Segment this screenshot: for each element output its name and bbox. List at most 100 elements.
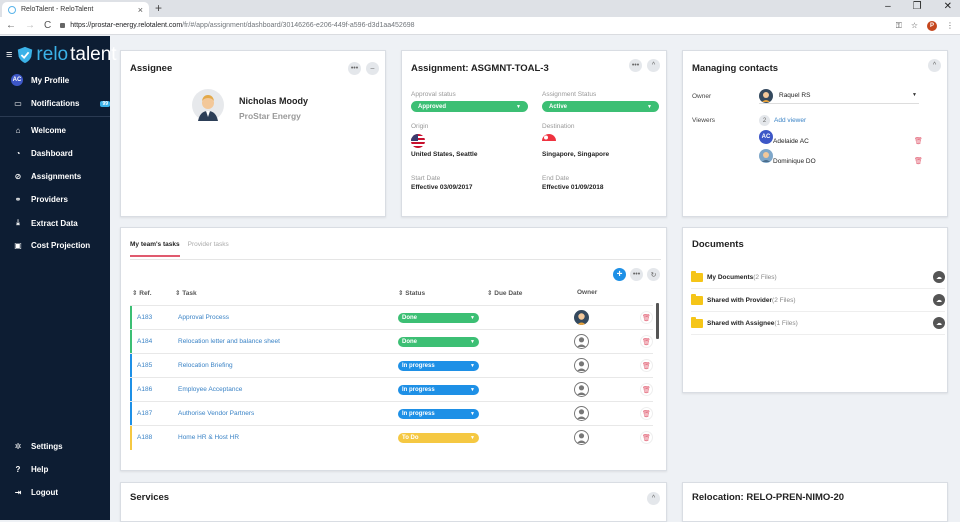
folder-row[interactable]: Shared with Assignee(1 Files) ☁: [691, 312, 945, 335]
key-icon[interactable]: ⚿: [896, 21, 902, 31]
folder-row[interactable]: Shared with Provider(2 Files) ☁: [691, 289, 945, 312]
add-viewer-button[interactable]: 2 Add viewer: [759, 115, 806, 126]
star-icon[interactable]: ☆: [911, 21, 918, 30]
more-options-icon[interactable]: •••: [629, 59, 642, 72]
forward-icon[interactable]: →: [25, 20, 35, 31]
hamburger-icon[interactable]: ≡: [6, 49, 12, 61]
table-row[interactable]: A185 Relocation Briefing In progress ▼ 🗑: [130, 353, 653, 378]
task-name-link[interactable]: Approval Process: [178, 314, 229, 321]
tab-my-team-tasks[interactable]: My team's tasks: [130, 241, 180, 257]
url-field[interactable]: https://prostar-energy.relotalent.com/fr…: [60, 22, 415, 29]
relotalent-logo[interactable]: ≡ relo talent: [6, 44, 117, 66]
close-window-icon[interactable]: ✕: [944, 1, 952, 12]
sidebar-item-settings[interactable]: ✲ Settings: [0, 442, 110, 451]
chevron-down-icon: ▼: [470, 339, 475, 345]
owner-select[interactable]: Raquel RS ▼: [759, 88, 919, 104]
column-header-ref[interactable]: ⇕ Ref.: [132, 289, 152, 297]
sidebar-item-assignments[interactable]: ⊘ Assignments: [0, 172, 110, 181]
collapse-icon[interactable]: ^: [647, 492, 660, 505]
task-ref-link[interactable]: A183: [137, 314, 152, 321]
shield-check-icon: [18, 46, 33, 64]
sidebar-item-logout[interactable]: ⇥ Logout: [0, 488, 110, 497]
table-row[interactable]: A184 Relocation letter and balance sheet…: [130, 329, 653, 354]
sidebar-item-label: Extract Data: [31, 218, 78, 228]
upload-cloud-icon[interactable]: ☁: [933, 317, 945, 329]
trash-icon[interactable]: 🗑: [640, 335, 653, 348]
tasks-scrollbar[interactable]: [656, 303, 659, 339]
trash-icon[interactable]: 🗑: [914, 137, 923, 145]
owner-avatar[interactable]: [574, 382, 589, 397]
upload-cloud-icon[interactable]: ☁: [933, 271, 945, 283]
trash-icon[interactable]: 🗑: [914, 157, 923, 165]
table-row[interactable]: A186 Employee Acceptance In progress ▼ 🗑: [130, 377, 653, 402]
task-status-select[interactable]: To Do ▼: [398, 433, 479, 443]
close-tab-icon[interactable]: ×: [138, 5, 143, 15]
trash-icon[interactable]: 🗑: [640, 431, 653, 444]
task-ref-link[interactable]: A187: [137, 410, 152, 417]
task-name-link[interactable]: Relocation letter and balance sheet: [178, 338, 280, 345]
task-status-select[interactable]: Done ▼: [398, 313, 479, 323]
sidebar-item-help[interactable]: ? Help: [0, 465, 110, 474]
owner-avatar[interactable]: [574, 310, 589, 325]
restore-icon[interactable]: ❐: [913, 1, 922, 12]
add-task-button[interactable]: +: [613, 268, 626, 281]
collapse-icon[interactable]: –: [366, 62, 379, 75]
task-status-select[interactable]: In progress ▼: [398, 361, 479, 371]
folder-name: Shared with Provider: [707, 296, 773, 304]
tab-provider-tasks[interactable]: Provider tasks: [188, 241, 229, 257]
viewers-label: Viewers: [692, 117, 716, 124]
browser-tab[interactable]: ReloTalent - ReloTalent ×: [2, 2, 149, 17]
refresh-icon[interactable]: ↻: [647, 268, 660, 281]
column-header-due-date[interactable]: ⇕ Due Date: [487, 289, 522, 297]
owner-avatar[interactable]: [574, 406, 589, 421]
table-row[interactable]: A183 Approval Process Done ▼ 🗑: [130, 305, 653, 330]
new-tab-button[interactable]: +: [155, 1, 162, 15]
owner-avatar[interactable]: [574, 358, 589, 373]
more-options-icon[interactable]: •••: [630, 268, 643, 281]
sidebar-item-dashboard[interactable]: ◔ Dashboard: [0, 149, 110, 158]
task-status-select[interactable]: Done ▼: [398, 337, 479, 347]
sidebar-item-welcome[interactable]: ⌂ Welcome: [0, 126, 110, 135]
origin-label: Origin: [411, 123, 429, 130]
back-icon[interactable]: ←: [6, 20, 16, 31]
task-status-select[interactable]: In progress ▼: [398, 409, 479, 419]
sidebar-item-providers[interactable]: ⚭ Providers: [0, 195, 110, 204]
assignment-status-label: Assignment Status: [542, 91, 597, 98]
url-path: /fr/#/app/assignment/dashboard/30146266-…: [182, 22, 415, 29]
trash-icon[interactable]: 🗑: [640, 359, 653, 372]
reload-icon[interactable]: C: [44, 20, 51, 31]
sidebar-item-my-profile[interactable]: AC My Profile: [0, 74, 110, 86]
task-status-select[interactable]: In progress ▼: [398, 385, 479, 395]
owner-avatar[interactable]: [574, 430, 589, 445]
browser-profile-avatar[interactable]: P: [927, 20, 937, 31]
task-ref-link[interactable]: A186: [137, 386, 152, 393]
task-name-link[interactable]: Employee Acceptance: [178, 386, 242, 393]
approval-status-select[interactable]: Approved ▼: [411, 101, 528, 112]
trash-icon[interactable]: 🗑: [640, 407, 653, 420]
folder-row[interactable]: My Documents(2 Files) ☁: [691, 266, 945, 289]
upload-cloud-icon[interactable]: ☁: [933, 294, 945, 306]
collapse-icon[interactable]: ^: [928, 59, 941, 72]
sidebar-item-extract-data[interactable]: ⤓ Extract Data: [0, 218, 110, 228]
help-icon: ?: [15, 465, 21, 474]
collapse-icon[interactable]: ^: [647, 59, 660, 72]
task-name-link[interactable]: Relocation Briefing: [178, 362, 233, 369]
sidebar-item-cost-projection[interactable]: ▣ Cost Projection: [0, 241, 110, 250]
owner-avatar[interactable]: [574, 334, 589, 349]
table-row[interactable]: A188 Home HR & Host HR To Do ▼ 🗑: [130, 425, 653, 450]
task-name-link[interactable]: Home HR & Host HR: [178, 434, 239, 441]
task-ref-link[interactable]: A188: [137, 434, 152, 441]
task-ref-link[interactable]: A184: [137, 338, 152, 345]
more-options-icon[interactable]: •••: [348, 62, 361, 75]
column-header-status[interactable]: ⇕ Status: [398, 289, 425, 297]
column-header-task[interactable]: ⇕ Task: [175, 289, 197, 297]
task-ref-link[interactable]: A185: [137, 362, 152, 369]
trash-icon[interactable]: 🗑: [640, 383, 653, 396]
trash-icon[interactable]: 🗑: [640, 311, 653, 324]
menu-icon[interactable]: ⋮: [946, 21, 954, 30]
minimize-icon[interactable]: –: [885, 1, 891, 12]
assignment-status-select[interactable]: Active ▼: [542, 101, 659, 112]
sidebar-item-notifications[interactable]: ▭ Notifications 99: [0, 99, 110, 108]
table-row[interactable]: A187 Authorise Vendor Partners In progre…: [130, 401, 653, 426]
task-name-link[interactable]: Authorise Vendor Partners: [178, 410, 254, 417]
